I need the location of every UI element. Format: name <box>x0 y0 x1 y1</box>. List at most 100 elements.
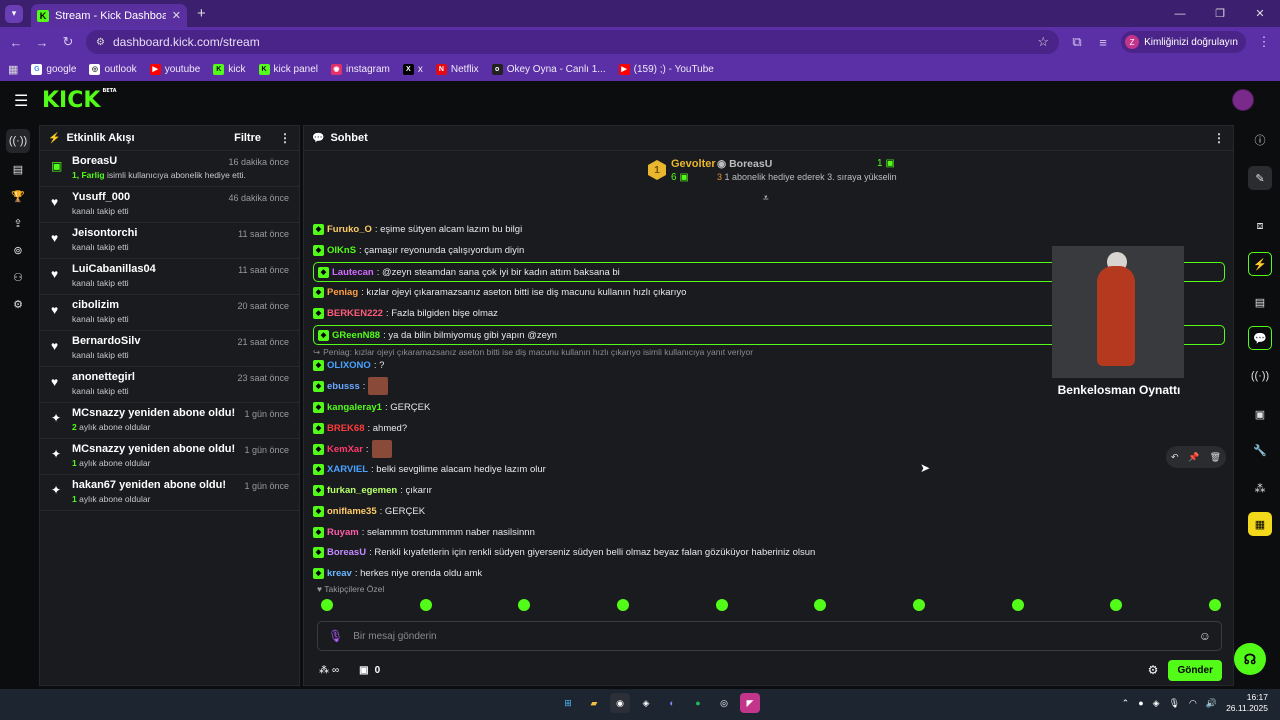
store-button[interactable]: ▣ 0 <box>359 665 380 676</box>
chat-username[interactable]: Furuko_O <box>327 224 372 235</box>
gift-leaderboard[interactable]: 1 Gevolter 6 ▣ ◉ BoreasU 1 ▣ 3 1 aboneli… <box>644 158 904 192</box>
chat-options-icon[interactable]: ⋮ <box>1213 131 1225 145</box>
chat-message[interactable]: ◆ furkan_egemen: çıkarır <box>313 481 432 499</box>
close-tab-icon[interactable]: ✕ <box>172 9 181 22</box>
chat-message[interactable]: ◆ BREK68: ahmed? <box>313 419 407 437</box>
windows-start-icon[interactable]: ⊞ <box>558 693 578 713</box>
app-icon[interactable]: ◤ <box>740 693 760 713</box>
chat-message[interactable]: ◆ KemXar: <box>313 440 392 458</box>
layout-icon[interactable]: ▣ <box>1248 402 1272 426</box>
chat-username[interactable]: oniflame35 <box>327 506 377 517</box>
settings-icon[interactable]: ⚙ <box>9 295 27 313</box>
chat-username[interactable]: furkan_egemen <box>327 485 397 496</box>
obs-icon[interactable]: ◎ <box>714 693 734 713</box>
chat-username[interactable]: Peniag <box>327 287 358 298</box>
community-icon[interactable]: ⚇ <box>9 268 27 286</box>
minimize-icon[interactable]: — <box>1160 0 1200 27</box>
chat-message[interactable]: ◆ oniflame35: GERÇEK <box>313 502 425 520</box>
emote-icon[interactable] <box>912 599 925 611</box>
emote-icon[interactable] <box>1011 599 1024 611</box>
site-info-icon[interactable]: ⚙ <box>96 37 105 48</box>
bookmark-item[interactable]: ◎ outlook <box>89 63 137 75</box>
wifi-icon[interactable]: ◠ <box>1189 698 1197 709</box>
pin-icon[interactable]: 📌 <box>1188 452 1199 463</box>
bookmark-item[interactable]: N Netflix <box>435 63 479 75</box>
quick-actions-icon[interactable]: ⚡ <box>1248 252 1272 276</box>
screen-icon[interactable]: ⧈ <box>1248 214 1272 238</box>
tray-expand-icon[interactable]: ⌃ <box>1122 698 1130 709</box>
file-explorer-icon[interactable]: ▰ <box>584 693 604 713</box>
new-tab-icon[interactable]: + <box>197 5 206 22</box>
tab-search-icon[interactable]: ▾ <box>5 4 23 23</box>
dashboard-icon[interactable]: ▤ <box>9 160 27 178</box>
url-field[interactable]: ⚙ dashboard.kick.com/stream ☆ <box>86 30 1060 54</box>
chat-toggle-icon[interactable]: 💬 <box>1248 326 1272 350</box>
bookmark-star-icon[interactable]: ☆ <box>1037 34 1049 50</box>
steam-icon[interactable]: ◈ <box>636 693 656 713</box>
chat-username[interactable]: ebusss <box>327 381 360 392</box>
activity-item[interactable]: ♥ BernardoSilv kanalı takip etti 21 saat ön… <box>40 331 299 367</box>
chat-username[interactable]: BERKEN222 <box>327 308 383 319</box>
reload-icon[interactable]: ↻ <box>60 34 76 50</box>
activity-item[interactable]: ♥ cibolizim kanalı takip etti 20 saat önce <box>40 295 299 331</box>
activity-item[interactable]: ♥ Yusuff_000 kanalı takip etti 46 dakika ön… <box>40 187 299 223</box>
spotify-icon[interactable]: ● <box>688 693 708 713</box>
chat-message[interactable]: ◆ kangaleray1: GERÇEK <box>313 398 430 416</box>
chat-username[interactable]: BREK68 <box>327 423 365 434</box>
emote-icon[interactable] <box>616 599 629 611</box>
media-icon[interactable]: ≡ <box>1095 35 1111 50</box>
extensions-icon[interactable]: ⧉ <box>1069 34 1085 50</box>
browser-tab[interactable]: K Stream - Kick Dashboard ✕ <box>31 4 187 27</box>
chat-username[interactable]: OlKnS <box>327 245 356 256</box>
profile-button[interactable]: Z Kimliğinizi doğrulayın <box>1121 31 1246 53</box>
activity-item[interactable]: ♥ Jeisontorchi kanalı takip etti 11 saat ön… <box>40 223 299 259</box>
kick-logo[interactable]: KICK BETA <box>42 88 117 113</box>
volume-icon[interactable]: 🔊 <box>1206 698 1217 709</box>
bookmark-item[interactable]: ▶ (159) ;) - YouTube <box>618 63 714 75</box>
bookmark-item[interactable]: Xx <box>402 63 423 75</box>
chat-username[interactable]: GReenN88 <box>332 330 380 341</box>
emote-icon[interactable] <box>1208 599 1221 611</box>
notes-icon[interactable]: ▤ <box>1248 290 1272 314</box>
activity-item[interactable]: ▣ BoreasU 1, Farlig isimli kullanıcıya abo… <box>40 151 299 187</box>
activity-item[interactable]: ✦ MCsnazzy yeniden abone oldu! 2 aylık abo… <box>40 403 299 439</box>
tray-app-icon[interactable]: ● <box>1138 698 1143 708</box>
trophy-icon[interactable]: 🏆 <box>9 187 27 205</box>
bookmark-item[interactable]: o Okey Oyna - Canlı 1... <box>491 63 606 75</box>
bookmark-item[interactable]: ◉ instagram <box>330 63 390 75</box>
chat-username[interactable]: BoreasU <box>327 547 366 558</box>
delete-icon[interactable]: 🗑 <box>1210 452 1221 463</box>
chat-message[interactable]: ◆ OlKnS: çamaşır reyonunda çalışıyordum d… <box>313 241 524 259</box>
chat-username[interactable]: Ruyam <box>327 527 359 538</box>
tray-steam-icon[interactable]: ◈ <box>1153 698 1160 709</box>
filter-button[interactable]: Filtre <box>234 132 261 144</box>
send-button[interactable]: Gönder <box>1168 659 1222 681</box>
stream-icon[interactable]: ((·)) <box>6 129 30 153</box>
chat-message[interactable]: ◆ Peniag: kızlar ojeyi çıkaramazsanız ase… <box>313 283 686 301</box>
bookmark-item[interactable]: ▶ youtube <box>149 63 200 75</box>
chat-message-input[interactable] <box>353 630 1189 642</box>
chat-message[interactable]: ◆ Furuko_O: eşime sütyen alcam lazım bu b… <box>313 220 522 238</box>
chat-message[interactable]: ◆ ebusss: <box>313 377 389 395</box>
back-icon[interactable]: ← <box>8 35 24 50</box>
emote-icon[interactable] <box>1110 599 1123 611</box>
info-icon[interactable]: ⓘ <box>1248 128 1272 152</box>
tray-mic-icon[interactable]: 🎙 <box>1169 698 1180 709</box>
chat-message[interactable]: ◆ XARVIEL: belki sevgilime alacam hediye … <box>313 460 546 478</box>
mic-icon[interactable]: 🎙 <box>328 629 343 643</box>
chat-input-box[interactable]: 🎙 ☺ <box>317 621 1222 651</box>
emoji-icon[interactable]: ☺ <box>1199 629 1211 643</box>
chrome-icon[interactable]: ◉ <box>610 693 630 713</box>
chat-message[interactable]: ◆ Ruyam: selammm tostummmm naber nasilsin… <box>313 523 535 541</box>
bookmark-item[interactable]: Ggoogle <box>31 63 76 75</box>
emote-icon[interactable] <box>715 599 728 611</box>
chat-username[interactable]: KemXar <box>327 444 363 455</box>
chat-message[interactable]: ◆ BERKEN222: Fazla bilgiden bişe olmaz <box>313 304 498 322</box>
restore-icon[interactable]: ❐ <box>1200 0 1240 27</box>
discord-icon[interactable]: ◐ <box>662 693 682 713</box>
bookmark-item[interactable]: Kkick panel <box>258 63 318 75</box>
activity-item[interactable]: ✦ MCsnazzy yeniden abone oldu! 1 aylık abo… <box>40 439 299 475</box>
chat-username[interactable]: kreav <box>327 568 352 579</box>
activity-item[interactable]: ♥ LuiCabanillas04 kanalı takip etti 11 saat… <box>40 259 299 295</box>
broadcast-icon[interactable]: ((·)) <box>1248 364 1272 388</box>
